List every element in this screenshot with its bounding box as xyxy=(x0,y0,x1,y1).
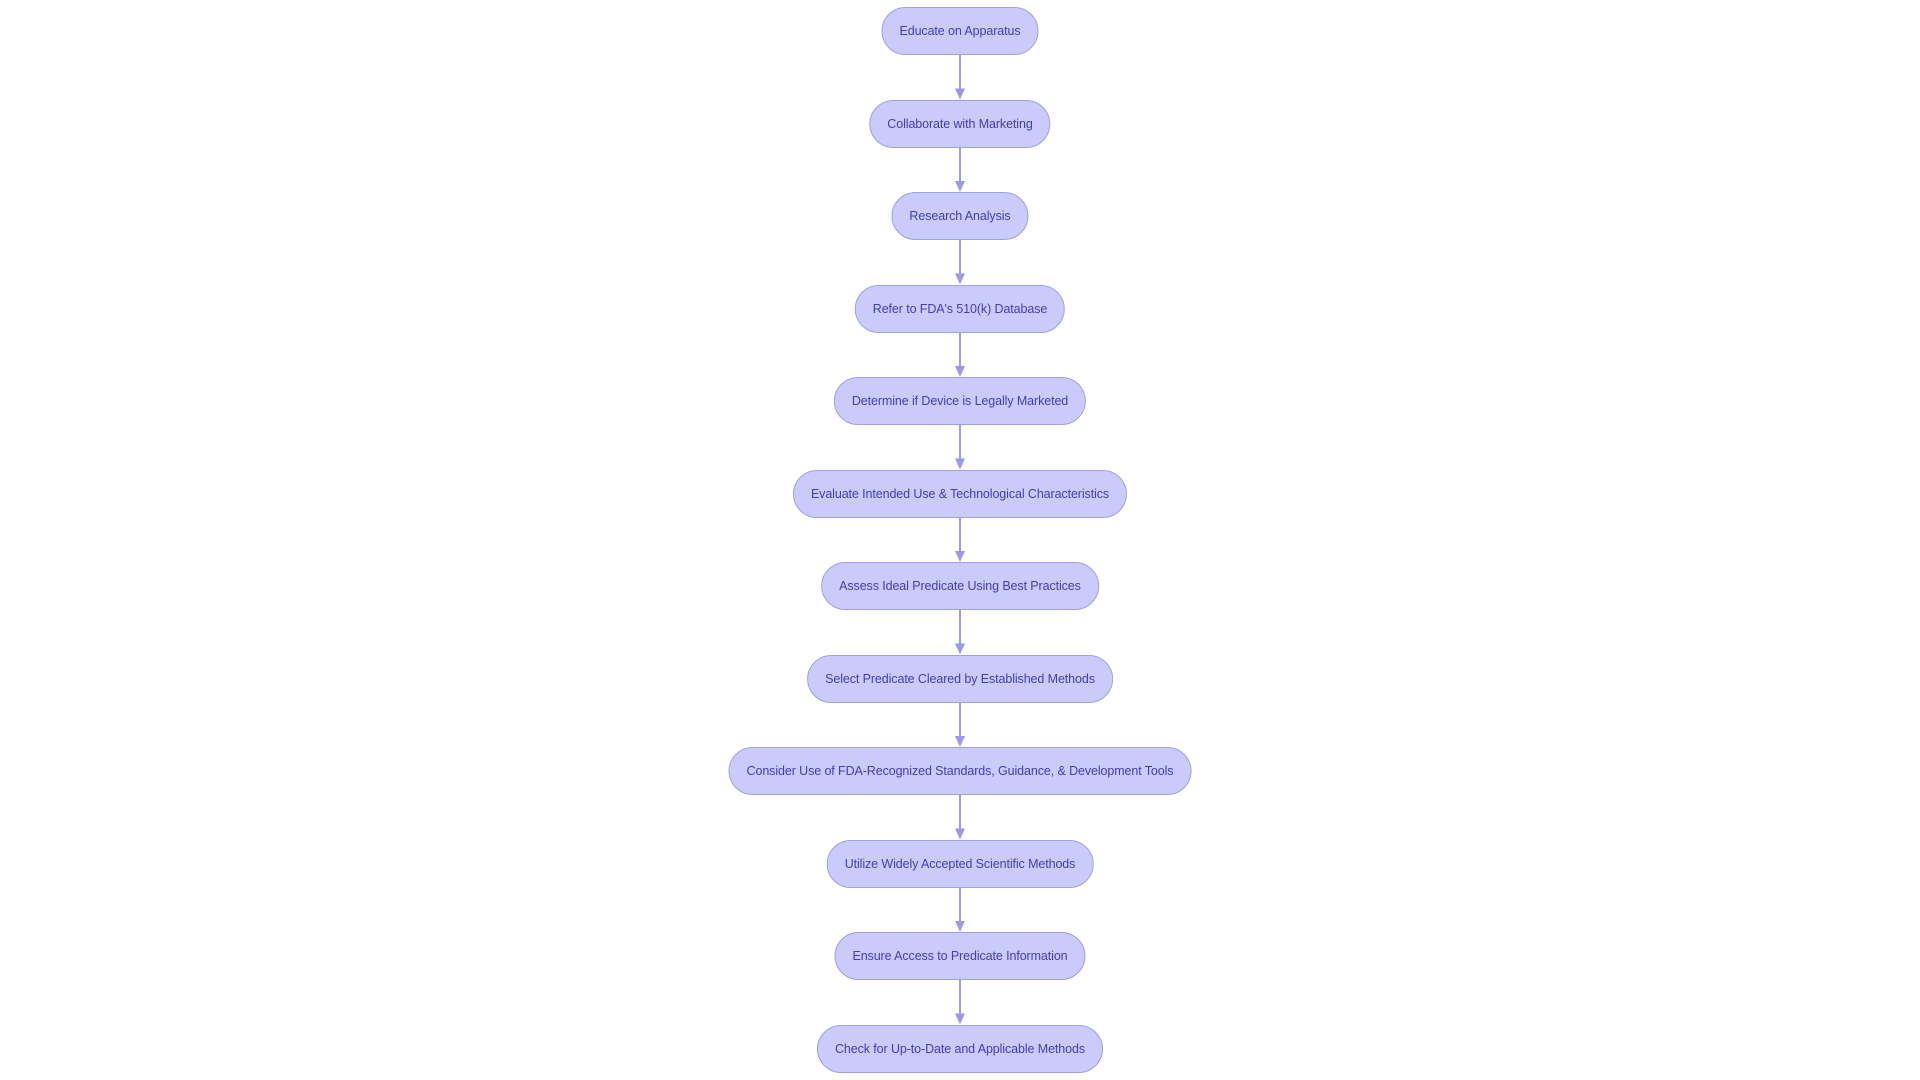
edge-n10-n11 xyxy=(955,887,965,932)
edge-n4-n5 xyxy=(955,332,965,377)
flowchart: Educate on Apparatus Collaborate with Mar… xyxy=(0,0,1920,1080)
arrowhead-icon xyxy=(955,458,965,470)
edge-n1-n2 xyxy=(955,55,965,100)
arrowhead-icon xyxy=(955,828,965,840)
flow-node-n1[interactable]: Educate on Apparatus xyxy=(881,7,1039,55)
arrowhead-icon xyxy=(955,551,965,562)
arrowhead-icon xyxy=(955,736,965,747)
arrowhead-icon xyxy=(955,366,965,377)
flow-node-n12[interactable]: Check for Up-to-Date and Applicable Meth… xyxy=(816,1024,1104,1073)
flow-node-n5[interactable]: Determine if Device is Legally Marketed xyxy=(833,377,1087,425)
edge-n11-n12 xyxy=(955,980,965,1025)
flow-node-n4[interactable]: Refer to FDA's 510(k) Database xyxy=(854,284,1066,333)
flow-node-n6[interactable]: Evaluate Intended Use & Technological Ch… xyxy=(792,469,1128,518)
edge-n6-n7 xyxy=(955,517,965,562)
flow-node-n2[interactable]: Collaborate with Marketing xyxy=(869,99,1051,148)
edge-n5-n6 xyxy=(955,425,965,470)
edge-n3-n4 xyxy=(955,240,965,285)
arrowhead-icon xyxy=(955,921,965,932)
flow-node-n9[interactable]: Consider Use of FDA-Recognized Standards… xyxy=(728,747,1192,795)
arrowhead-icon xyxy=(955,643,965,655)
edge-n2-n3 xyxy=(955,147,965,192)
arrowhead-icon xyxy=(955,1013,965,1025)
flow-node-n11[interactable]: Ensure Access to Predicate Information xyxy=(834,932,1086,980)
edge-n7-n8 xyxy=(955,610,965,655)
arrowhead-icon xyxy=(955,273,965,285)
edge-layer xyxy=(955,55,965,1025)
arrowhead-icon xyxy=(955,181,965,192)
edge-n9-n10 xyxy=(955,795,965,840)
flow-node-n10[interactable]: Utilize Widely Accepted Scientific Metho… xyxy=(826,839,1094,888)
flow-node-n3[interactable]: Research Analysis xyxy=(891,192,1029,240)
flow-node-n7[interactable]: Assess Ideal Predicate Using Best Practi… xyxy=(821,562,1099,610)
flow-node-n8[interactable]: Select Predicate Cleared by Established … xyxy=(807,654,1113,703)
arrowhead-icon xyxy=(955,88,965,100)
edge-n8-n9 xyxy=(955,702,965,747)
